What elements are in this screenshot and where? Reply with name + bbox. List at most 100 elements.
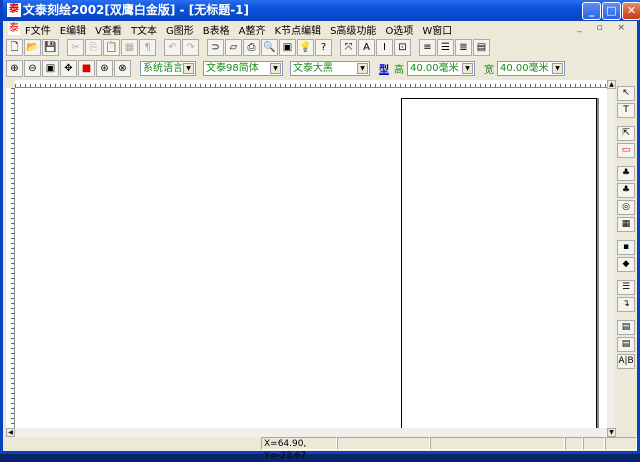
exit-icon[interactable]: ↴ [617, 297, 635, 312]
copy-icon[interactable]: ⎘ [85, 38, 102, 56]
cn-font-value: 文泰98简体 [206, 62, 259, 74]
chevron-down-icon[interactable]: ▼ [552, 62, 563, 74]
menu-item[interactable]: F文件 [24, 22, 52, 37]
justify-icon[interactable]: ▤ [473, 38, 490, 56]
bulb-icon[interactable]: 💡 [297, 38, 314, 56]
main-toolbar: 🗋 📂 💾 ✂ ⎘ 📋 ▦ ¶ ↶ ↷ ⊃ ▱ ⎙ 🔍 ▣ 💡? ⤧ A I ⊡ ≡ ☰ ≣ ▤ [6, 37, 490, 57]
language-value: 系统语言 [143, 62, 183, 74]
palette-icon[interactable]: ▪ [617, 240, 635, 255]
zoom-out-icon[interactable]: ⊖ [24, 59, 41, 77]
align-right-icon[interactable]: ≣ [455, 38, 472, 56]
gradient-icon[interactable]: ♣ [617, 183, 635, 198]
doc-icon[interactable]: 泰 [8, 23, 20, 35]
table-icon[interactable]: ▦ [617, 217, 635, 232]
height-select[interactable]: 40.00毫米 ▼ [407, 60, 475, 76]
mdi-controls[interactable]: _ ▫ × [577, 23, 631, 33]
menu-item[interactable]: B表格 [202, 22, 231, 37]
window-title: 文泰刻绘2002[双鹰白金版] - [无标题-1] [23, 3, 250, 17]
horizontal-scrollbar[interactable]: ◀ [6, 428, 607, 437]
vertical-ruler [6, 88, 15, 428]
align-left-icon[interactable]: ≡ [419, 38, 436, 56]
chevron-down-icon[interactable]: ▼ [357, 62, 368, 74]
save-icon[interactable]: 💾 [42, 38, 59, 56]
grid-icon[interactable]: ▦ [121, 38, 138, 56]
select-icon[interactable]: ↖ [617, 86, 635, 101]
text-box-icon[interactable]: A [358, 38, 375, 56]
note-icon[interactable]: ▱ [225, 38, 242, 56]
menu-item[interactable]: G图形 [165, 22, 195, 37]
status-pane-4 [430, 437, 565, 450]
chevron-down-icon[interactable]: ▼ [270, 62, 281, 74]
pan-icon[interactable]: ✥ [60, 59, 77, 77]
height-value: 40.00毫米 [410, 62, 459, 74]
zoom-all-icon[interactable]: ⊗ [114, 59, 131, 77]
zoom-in-icon[interactable]: ⊕ [6, 59, 23, 77]
menu-item[interactable]: W窗口 [421, 22, 453, 37]
height-label: 高 [394, 64, 404, 76]
menu-item[interactable]: A整齐 [238, 22, 267, 37]
paint-icon[interactable]: ◆ [617, 257, 635, 272]
close-button[interactable]: ✕ [622, 2, 640, 20]
preview-icon[interactable]: 🔍 [261, 38, 278, 56]
scroll-up-icon[interactable]: ▲ [607, 80, 616, 89]
open-icon[interactable]: 📂 [24, 38, 41, 56]
menu-item[interactable]: T文本 [130, 22, 158, 37]
cut-icon[interactable]: ✂ [67, 38, 84, 56]
app-icon: 泰 [7, 3, 21, 17]
coordinates-readout: X=64.90, Y=-23.67 [261, 437, 337, 461]
maximize-button[interactable]: □ [602, 2, 621, 20]
tool-palette: ↖ T ⇱ ▭ ♣ ♣ ◎ ▦ ▪ ◆ ☰ ↴ ▤ ▤ A|B [617, 86, 637, 369]
vertical-scrollbar[interactable]: ▲ ▼ [607, 80, 616, 437]
menu-item[interactable]: E编辑 [59, 22, 87, 37]
scan-icon[interactable]: ⊃ [207, 38, 224, 56]
status-pane-6 [583, 437, 605, 450]
menu-item[interactable]: S高级功能 [329, 22, 377, 37]
font-toolbar: ⊕ ⊖ ▣ ✥ ■ ⊛ ⊗ 系统语言 ▼ 文泰98简体 ▼ 文泰大黑 ▼ 型 高 40.00毫米 ▼… [6, 58, 571, 78]
frame-icon[interactable]: ▣ [279, 38, 296, 56]
disabled-1-icon[interactable]: ▤ [617, 320, 635, 335]
language-select[interactable]: 系统语言 ▼ [140, 60, 196, 76]
pick-node-icon[interactable]: ⇱ [617, 126, 635, 141]
chevron-down-icon[interactable]: ▼ [183, 62, 194, 74]
print-icon[interactable]: ⎙ [243, 38, 260, 56]
zoom-fit-icon[interactable]: ⊛ [96, 59, 113, 77]
scroll-down-icon[interactable]: ▼ [607, 428, 616, 437]
menu-item[interactable]: K节点编辑 [274, 22, 323, 37]
scroll-left-icon[interactable]: ◀ [6, 428, 15, 437]
color-icon[interactable]: ■ [78, 59, 95, 77]
drawing-canvas[interactable] [15, 88, 607, 438]
new-icon[interactable]: 🗋 [6, 38, 23, 56]
layers-icon[interactable]: ☰ [617, 280, 635, 295]
status-pane-1 [3, 437, 261, 450]
cn-font-select[interactable]: 文泰98简体 ▼ [203, 60, 283, 76]
format-icon[interactable]: ¶ [139, 38, 156, 56]
width-value: 40.00毫米 [500, 62, 549, 74]
help-icon[interactable]: ? [315, 38, 332, 56]
menu-item[interactable]: V查看 [94, 22, 123, 37]
minimize-button[interactable]: _ [582, 2, 601, 20]
rectangle-icon[interactable]: ▭ [617, 143, 635, 158]
text-cursor-icon[interactable]: A|B [617, 354, 635, 369]
disabled-2-icon[interactable]: ▤ [617, 337, 635, 352]
width-select[interactable]: 40.00毫米 ▼ [497, 60, 565, 76]
shapes-icon[interactable]: ◎ [617, 200, 635, 215]
text-tool-icon[interactable]: T [617, 103, 635, 118]
zoom-page-icon[interactable]: ▣ [42, 59, 59, 77]
app-window: 泰 文泰刻绘2002[双鹰白金版] - [无标题-1] _ □ ✕ 泰 F文件 E… [0, 0, 640, 461]
style-button[interactable]: 型 [379, 61, 389, 76]
en-font-select[interactable]: 文泰大黑 ▼ [290, 60, 370, 76]
text-frame-icon[interactable]: ⊡ [394, 38, 411, 56]
italic-icon[interactable]: I [376, 38, 393, 56]
title-bar: 泰 文泰刻绘2002[双鹰白金版] - [无标题-1] _ □ ✕ [3, 0, 640, 21]
menu-item[interactable]: O选项 [384, 22, 414, 37]
status-pane-7 [605, 437, 637, 450]
undo-icon[interactable]: ↶ [164, 38, 181, 56]
chevron-down-icon[interactable]: ▼ [462, 62, 473, 74]
horizontal-ruler [15, 80, 607, 88]
align-center-icon[interactable]: ☰ [437, 38, 454, 56]
node-icon[interactable]: ⤧ [340, 38, 357, 56]
paste-icon[interactable]: 📋 [103, 38, 120, 56]
fill-icon[interactable]: ♣ [617, 166, 635, 181]
redo-icon[interactable]: ↷ [182, 38, 199, 56]
en-font-value: 文泰大黑 [293, 62, 333, 74]
